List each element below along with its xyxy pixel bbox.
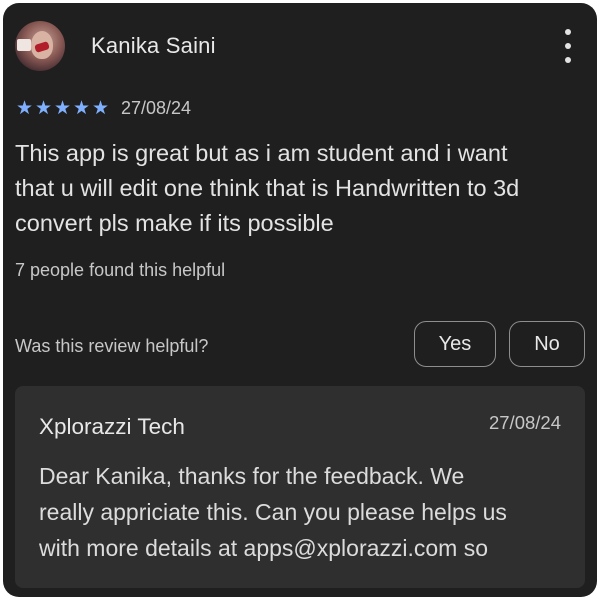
star-rating: ★ ★ ★ ★ ★ (15, 97, 110, 119)
review-card: Kanika Saini ★ ★ ★ ★ ★ 27/08/24 This app is … (3, 3, 597, 597)
star-icon: ★ (53, 97, 72, 119)
developer-name: Xplorazzi Tech (39, 414, 185, 439)
helpful-count: 7 people found this helpful (15, 260, 226, 280)
review-text-line: This app is great but as i am student an… (15, 140, 508, 166)
more-dot (565, 29, 571, 35)
no-button[interactable]: No (509, 321, 585, 367)
reply-text-line: really appriciate this. Can you please h… (39, 499, 507, 525)
review-date: 27/08/24 (121, 97, 192, 118)
reply-text: Dear Kanika, thanks for the feedback. We… (39, 458, 569, 566)
star-icon: ★ (34, 97, 53, 119)
review-text-line: convert pls make if its possible (15, 210, 334, 236)
reply-text-line: Dear Kanika, thanks for the feedback. We (39, 463, 465, 489)
avatar-detail (17, 39, 31, 51)
star-icon: ★ (91, 97, 110, 119)
reviewer-name: Kanika Saini (91, 33, 216, 58)
review-text-line: that u will edit one think that is Handw… (15, 175, 520, 201)
developer-reply: Xplorazzi Tech 27/08/24 Dear Kanika, tha… (15, 386, 585, 588)
yes-button[interactable]: Yes (414, 321, 496, 367)
review-text: This app is great but as i am student an… (15, 136, 585, 241)
reviewer-avatar (15, 21, 65, 71)
reply-date: 27/08/24 (488, 412, 561, 433)
more-vert-icon[interactable] (558, 29, 578, 63)
helpful-question: Was this review helpful? (15, 336, 209, 356)
reply-text-line: with more details at apps@xplorazzi.com … (39, 535, 489, 561)
star-icon: ★ (72, 97, 91, 119)
review-header: Kanika Saini (15, 21, 585, 73)
more-dot (565, 43, 571, 49)
star-icon: ★ (15, 97, 34, 119)
rating-row: ★ ★ ★ ★ ★ 27/08/24 (15, 97, 191, 119)
more-dot (565, 57, 571, 63)
